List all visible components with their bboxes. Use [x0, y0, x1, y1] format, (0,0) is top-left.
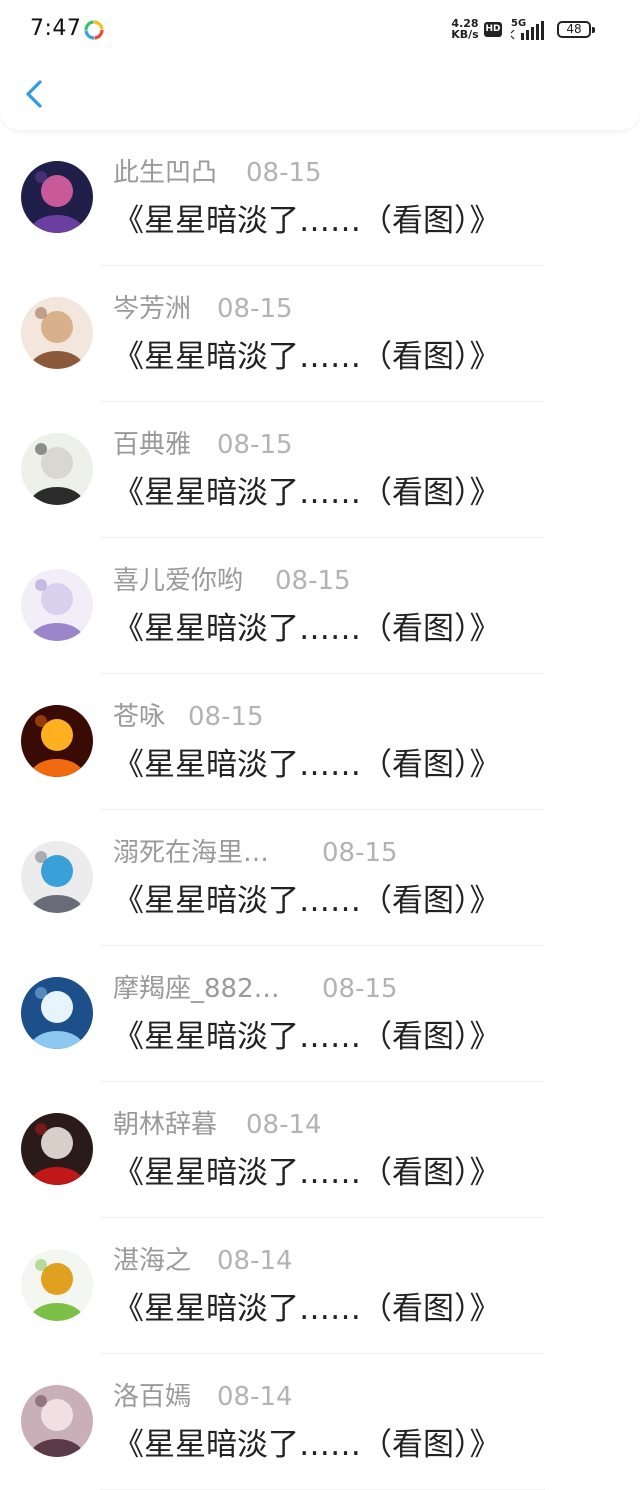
avatar-image: [21, 1249, 93, 1321]
avatar-image: [21, 977, 93, 1049]
user-name[interactable]: 朝林辞暮: [113, 1109, 217, 1141]
post-title[interactable]: 《星星暗淡了……（看图）》: [113, 201, 501, 241]
hd-badge: HD: [484, 22, 502, 37]
signal-indicator: 5G: [509, 18, 549, 40]
message-list: 此生凹凸 08-15 《星星暗淡了……（看图）》 岑芳洲 08-15 《星星暗淡了……（看…: [0, 130, 640, 1490]
avatar[interactable]: [21, 1249, 93, 1321]
avatar-image: [21, 433, 93, 505]
status-bar: 7:47 4.28 KB/s HD 5G 48: [0, 0, 640, 58]
avatar[interactable]: [21, 1113, 93, 1185]
post-title[interactable]: 《星星暗淡了……（看图）》: [113, 1425, 501, 1465]
post-title[interactable]: 《星星暗淡了……（看图）》: [113, 881, 501, 921]
post-date: 08-15: [322, 838, 398, 868]
post-title[interactable]: 《星星暗淡了……（看图）》: [113, 745, 501, 785]
user-name[interactable]: 溺死在海里…: [113, 837, 269, 869]
user-name[interactable]: 洛百嫣: [113, 1381, 191, 1413]
post-title[interactable]: 《星星暗淡了……（看图）》: [113, 337, 501, 377]
navigation-bar: [0, 58, 640, 130]
network-speed-unit: KB/s: [451, 28, 479, 41]
signal-bars-icon: [510, 21, 544, 40]
post-date: 08-15: [275, 566, 351, 596]
user-name[interactable]: 苍咏: [113, 701, 165, 733]
post-date: 08-15: [246, 158, 322, 188]
clock-time: 7:47: [30, 16, 82, 41]
battery-indicator: 48: [557, 21, 595, 38]
avatar-image: [21, 569, 93, 641]
post-date: 08-15: [217, 430, 293, 460]
avatar[interactable]: [21, 1385, 93, 1457]
post-title[interactable]: 《星星暗淡了……（看图）》: [113, 1017, 501, 1057]
avatar-image: [21, 297, 93, 369]
post-date: 08-14: [217, 1382, 293, 1412]
avatar-image: [21, 1385, 93, 1457]
avatar-image: [21, 841, 93, 913]
back-button[interactable]: [18, 74, 54, 114]
list-item[interactable]: 岑芳洲 08-15 《星星暗淡了……（看图）》: [0, 266, 640, 402]
user-name[interactable]: 百典雅: [113, 429, 191, 461]
post-date: 08-14: [246, 1110, 322, 1140]
list-item[interactable]: 溺死在海里… 08-15 《星星暗淡了……（看图）》: [0, 810, 640, 946]
avatar[interactable]: [21, 705, 93, 777]
avatar[interactable]: [21, 161, 93, 233]
network-speed: 4.28 KB/s: [449, 18, 481, 40]
app-notification-icon: [84, 20, 104, 40]
post-title[interactable]: 《星星暗淡了……（看图）》: [113, 609, 501, 649]
post-title[interactable]: 《星星暗淡了……（看图）》: [113, 1289, 501, 1329]
avatar[interactable]: [21, 841, 93, 913]
post-title[interactable]: 《星星暗淡了……（看图）》: [113, 473, 501, 513]
list-item[interactable]: 喜儿爱你哟 08-15 《星星暗淡了……（看图）》: [0, 538, 640, 674]
list-item[interactable]: 洛百嫣 08-14 《星星暗淡了……（看图）》: [0, 1354, 640, 1490]
user-name[interactable]: 湛海之: [113, 1245, 191, 1277]
avatar[interactable]: [21, 297, 93, 369]
user-name[interactable]: 摩羯座_882…: [113, 973, 280, 1005]
avatar[interactable]: [21, 433, 93, 505]
post-date: 08-14: [217, 1246, 293, 1276]
list-item[interactable]: 朝林辞暮 08-14 《星星暗淡了……（看图）》: [0, 1082, 640, 1218]
avatar-image: [21, 705, 93, 777]
avatar-image: [21, 1113, 93, 1185]
avatar-image: [21, 161, 93, 233]
user-name[interactable]: 岑芳洲: [113, 293, 191, 325]
chevron-left-icon: [26, 80, 42, 108]
list-item[interactable]: 百典雅 08-15 《星星暗淡了……（看图）》: [0, 402, 640, 538]
post-title[interactable]: 《星星暗淡了……（看图）》: [113, 1153, 501, 1193]
avatar[interactable]: [21, 569, 93, 641]
list-item[interactable]: 此生凹凸 08-15 《星星暗淡了……（看图）》: [0, 130, 640, 266]
post-date: 08-15: [322, 974, 398, 1004]
post-date: 08-15: [217, 294, 293, 324]
list-item[interactable]: 摩羯座_882… 08-15 《星星暗淡了……（看图）》: [0, 946, 640, 1082]
user-name[interactable]: 喜儿爱你哟: [113, 565, 243, 597]
list-item[interactable]: 苍咏 08-15 《星星暗淡了……（看图）》: [0, 674, 640, 810]
list-item[interactable]: 湛海之 08-14 《星星暗淡了……（看图）》: [0, 1218, 640, 1354]
avatar[interactable]: [21, 977, 93, 1049]
user-name[interactable]: 此生凹凸: [113, 157, 217, 189]
post-date: 08-15: [188, 702, 264, 732]
